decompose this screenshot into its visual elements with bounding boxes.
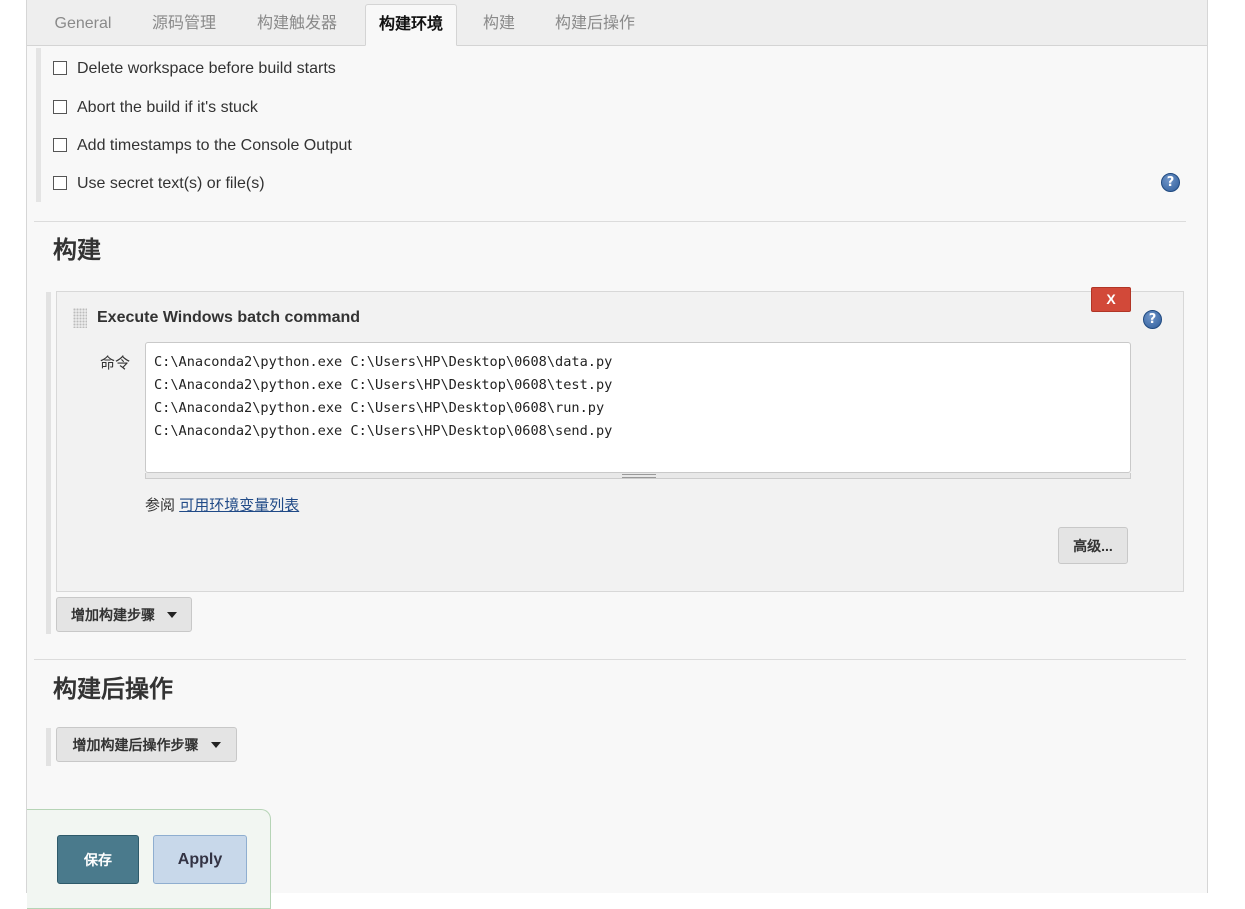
option-label: Use secret text(s) or file(s) bbox=[77, 175, 265, 192]
checkbox[interactable] bbox=[53, 99, 67, 114]
tab-post-build-actions[interactable]: 构建后操作 bbox=[543, 4, 647, 44]
option-delete-workspace[interactable]: Delete workspace before build starts bbox=[53, 58, 336, 80]
see-also-prefix: 参阅 bbox=[145, 497, 176, 514]
checkbox[interactable] bbox=[53, 175, 67, 190]
save-button[interactable]: 保存 bbox=[57, 835, 139, 884]
tab-source-control[interactable]: 源码管理 bbox=[139, 4, 229, 44]
section-indent-bar bbox=[36, 48, 41, 202]
command-line: C:\Anaconda2\python.exe C:\Users\HP\Desk… bbox=[154, 400, 605, 416]
command-line: C:\Anaconda2\python.exe C:\Users\HP\Desk… bbox=[154, 377, 613, 393]
command-textarea[interactable]: C:\Anaconda2\python.exe C:\Users\HP\Desk… bbox=[145, 342, 1131, 473]
build-section-title: 构建 bbox=[53, 236, 101, 264]
dropdown-caret-icon bbox=[167, 611, 177, 618]
help-icon[interactable]: ? bbox=[1143, 310, 1162, 329]
option-label: Delete workspace before build starts bbox=[77, 60, 336, 77]
add-post-build-step-button[interactable]: 增加构建后操作步骤 bbox=[56, 727, 237, 762]
tab-general[interactable]: General bbox=[40, 4, 126, 44]
delete-step-button[interactable]: X bbox=[1091, 287, 1131, 312]
env-vars-link[interactable]: 可用环境变量列表 bbox=[179, 497, 299, 514]
env-vars-hint: 参阅 可用环境变量列表 bbox=[145, 494, 299, 515]
build-step-windows-batch: Execute Windows batch command X 命令 C:\An… bbox=[56, 287, 1184, 592]
drag-handle-icon[interactable] bbox=[73, 308, 87, 328]
build-step-title: Execute Windows batch command bbox=[97, 309, 361, 326]
command-label: 命令 bbox=[100, 355, 131, 372]
post-build-section-title: 构建后操作 bbox=[53, 675, 173, 703]
help-icon[interactable]: ? bbox=[1161, 173, 1180, 192]
section-indent-bar bbox=[46, 728, 51, 766]
textarea-resize-handle[interactable] bbox=[145, 473, 1131, 479]
advanced-button[interactable]: 高级... bbox=[1058, 527, 1128, 564]
option-abort-if-stuck[interactable]: Abort the build if it's stuck bbox=[53, 97, 258, 119]
apply-button[interactable]: Apply bbox=[153, 835, 247, 884]
option-label: Add timestamps to the Console Output bbox=[77, 137, 352, 154]
section-divider bbox=[34, 221, 1186, 222]
add-build-step-label: 增加构建步骤 bbox=[71, 606, 155, 623]
tab-build-triggers[interactable]: 构建触发器 bbox=[245, 4, 349, 44]
section-indent-bar bbox=[46, 292, 51, 634]
config-tab-bar: General 源码管理 构建触发器 构建环境 构建 构建后操作 bbox=[27, 0, 1207, 46]
checkbox[interactable] bbox=[53, 60, 67, 75]
command-line: C:\Anaconda2\python.exe C:\Users\HP\Desk… bbox=[154, 354, 613, 370]
option-add-timestamps[interactable]: Add timestamps to the Console Output bbox=[53, 135, 352, 157]
option-label: Abort the build if it's stuck bbox=[77, 99, 258, 116]
job-config-form: General 源码管理 构建触发器 构建环境 构建 构建后操作 Delete … bbox=[26, 0, 1208, 909]
checkbox[interactable] bbox=[53, 137, 67, 152]
section-divider bbox=[34, 659, 1186, 660]
add-build-step-button[interactable]: 增加构建步骤 bbox=[56, 597, 192, 632]
add-post-build-step-label: 增加构建后操作步骤 bbox=[72, 736, 199, 753]
tab-build[interactable]: 构建 bbox=[473, 4, 525, 44]
dropdown-caret-icon bbox=[210, 741, 221, 748]
tab-build-environment[interactable]: 构建环境 bbox=[365, 4, 457, 46]
option-use-secret[interactable]: Use secret text(s) or file(s) bbox=[53, 173, 265, 195]
command-line: C:\Anaconda2\python.exe C:\Users\HP\Desk… bbox=[154, 423, 613, 439]
